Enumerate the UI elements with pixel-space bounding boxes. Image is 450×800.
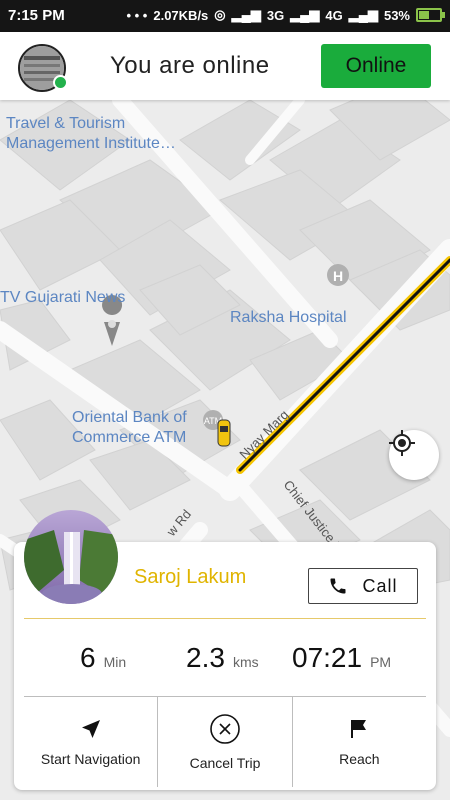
svg-text:H: H: [333, 268, 343, 284]
battery-icon: [416, 8, 445, 22]
eta-unit: PM: [370, 654, 392, 670]
trip-actions: Start Navigation Cancel Trip Reach: [24, 697, 426, 787]
net-speed: 2.07KB/s: [153, 7, 209, 23]
call-label: Call: [362, 575, 398, 596]
signal-icon: ▂▄▆: [231, 7, 261, 22]
time-value: 6: [80, 642, 96, 673]
status-indicators: • • • 2.07KB/s ◎ ▂▄▆ 3G ▂▄▆ 4G ▂▄▆ 53%: [126, 7, 445, 23]
stat-eta: 07:21 PM: [292, 642, 391, 674]
rider-avatar: [24, 510, 118, 604]
my-location-button[interactable]: [389, 430, 439, 480]
stat-time: 6 Min: [80, 642, 126, 674]
flag-icon: [351, 720, 367, 738]
distance-unit: kms: [232, 654, 259, 670]
call-button[interactable]: Call: [308, 568, 418, 604]
time-unit: Min: [103, 654, 127, 670]
trip-stats: 6 Min 2.3 kms 07:21 PM: [24, 642, 426, 682]
reach-button[interactable]: Reach: [293, 697, 426, 787]
status-time: 7:15 PM: [8, 7, 65, 24]
taxi-icon: [217, 419, 231, 447]
network-3g: 3G: [266, 7, 285, 23]
rider-avatar-image: [24, 510, 118, 604]
map-label-institute: Travel & Tourism Management Institute…: [6, 114, 176, 154]
eta-value: 07:21: [292, 642, 363, 673]
start-navigation-button[interactable]: Start Navigation: [24, 697, 159, 787]
reach-label: Reach: [339, 751, 380, 767]
dots-icon: • • •: [126, 7, 148, 23]
driver-avatar[interactable]: [18, 44, 68, 92]
trip-card: Saroj Lakum Call 6 Min 2.3 kms 07:21 PM …: [14, 510, 436, 790]
start-navigation-label: Start Navigation: [40, 751, 141, 767]
rider-name: Saroj Lakum: [134, 566, 247, 588]
distance-value: 2.3: [186, 642, 225, 673]
online-toggle-button[interactable]: Online: [321, 44, 431, 88]
cancel-trip-label: Cancel Trip: [189, 755, 261, 771]
map-label-institute-text: Travel & Tourism Management Institute…: [6, 115, 176, 152]
phone-icon: [330, 578, 346, 594]
hotspot-icon: ◎: [214, 7, 226, 22]
hospital-icon: H: [327, 264, 349, 286]
cancel-trip-button[interactable]: Cancel Trip: [158, 697, 293, 787]
status-bar: 7:15 PM • • • 2.07KB/s ◎ ▂▄▆ 3G ▂▄▆ 4G ▂…: [0, 0, 450, 32]
navigation-arrow-icon: [81, 720, 100, 738]
online-indicator: [53, 75, 68, 90]
map-label-news: TV Gujarati News: [0, 289, 126, 306]
signal-icon: ▂▄▆: [348, 7, 378, 22]
battery-percent: 53%: [383, 7, 410, 23]
page-title: You are online: [110, 52, 270, 79]
map-label-bank: Oriental Bank of Commerce ATM: [72, 409, 187, 446]
network-4g: 4G: [325, 7, 343, 23]
signal-icon: ▂▄▆: [290, 7, 320, 22]
divider: [24, 618, 426, 619]
map-label-hospital: Raksha Hospital: [230, 309, 347, 326]
top-bar: You are online Online: [0, 32, 450, 100]
crosshair-icon: [389, 430, 415, 456]
stat-distance: 2.3 kms: [186, 642, 259, 674]
cancel-circle-icon: [210, 714, 240, 744]
